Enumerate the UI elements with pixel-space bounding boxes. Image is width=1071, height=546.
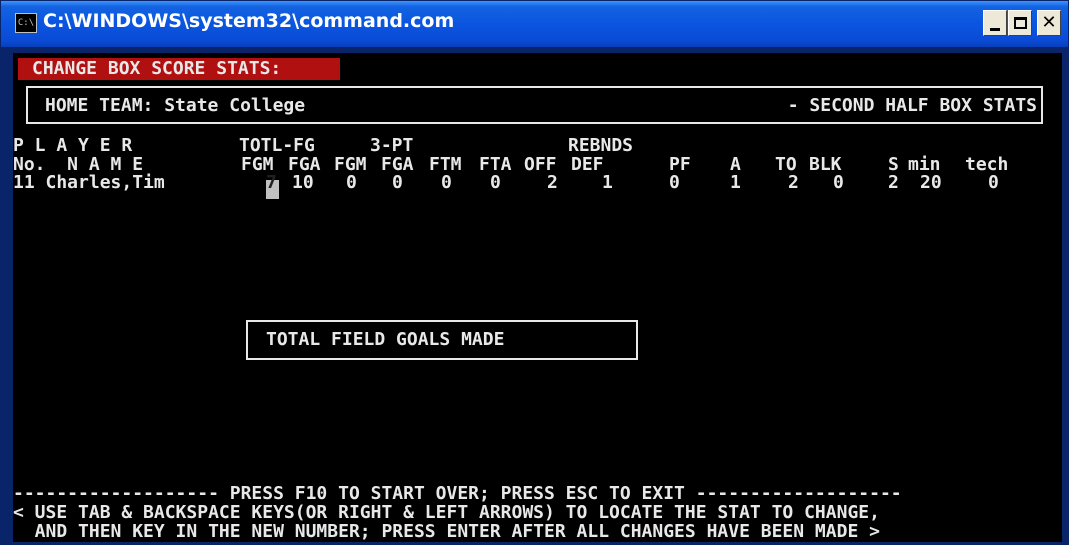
home-team-label: HOME TEAM: State College: [45, 95, 306, 116]
minimize-icon: [990, 27, 1000, 31]
close-button[interactable]: ✕: [1037, 10, 1061, 36]
title-bar[interactable]: C:\ C:\WINDOWS\system32\command.com ✕: [1, 1, 1068, 47]
screen-heading-text: CHANGE BOX SCORE STATS:: [32, 58, 282, 79]
assists-value[interactable]: 1: [730, 172, 741, 194]
blocks-value[interactable]: 0: [833, 172, 844, 194]
instructions-line-3: AND THEN KEY IN THE NEW NUMBER; PRESS EN…: [13, 521, 880, 542]
def-header: DEF: [571, 154, 604, 175]
ftm-value[interactable]: 0: [441, 172, 452, 194]
maximize-button[interactable]: [1008, 10, 1032, 36]
screen-heading: CHANGE BOX SCORE STATS:: [18, 58, 340, 80]
turnovers-value[interactable]: 2: [788, 172, 799, 194]
console-screen[interactable]: CHANGE BOX SCORE STATS: HOME TEAM: State…: [13, 53, 1062, 542]
fgm-value[interactable]: 7: [266, 172, 277, 194]
pf-value[interactable]: 0: [669, 172, 680, 194]
steals-value[interactable]: 2: [888, 172, 899, 194]
tech-value[interactable]: 0: [988, 172, 999, 194]
fta-value[interactable]: 0: [490, 172, 501, 194]
tech-header: tech: [965, 154, 1009, 175]
close-icon: ✕: [1041, 12, 1057, 33]
def-value[interactable]: 1: [602, 172, 613, 194]
maximize-icon: [1013, 17, 1027, 29]
team-box: HOME TEAM: State College - SECOND HALF B…: [26, 86, 1043, 124]
three-fga-value[interactable]: 0: [392, 172, 403, 194]
three-fgm-value[interactable]: 0: [346, 172, 357, 194]
field-description: TOTAL FIELD GOALS MADE: [266, 329, 505, 350]
fga-value[interactable]: 10: [292, 172, 314, 194]
minimize-button[interactable]: [983, 10, 1007, 36]
off-value[interactable]: 2: [547, 172, 558, 194]
half-label: - SECOND HALF BOX STATS: [787, 95, 1037, 116]
minutes-value[interactable]: 20: [920, 172, 942, 194]
command-prompt-icon[interactable]: C:\: [15, 13, 37, 33]
window-title: C:\WINDOWS\system32\command.com: [43, 10, 455, 32]
field-description-box: TOTAL FIELD GOALS MADE: [246, 320, 638, 360]
console-window: C:\ C:\WINDOWS\system32\command.com ✕ CH…: [0, 0, 1069, 545]
player-number-name: 11 Charles,Tim: [13, 172, 165, 193]
